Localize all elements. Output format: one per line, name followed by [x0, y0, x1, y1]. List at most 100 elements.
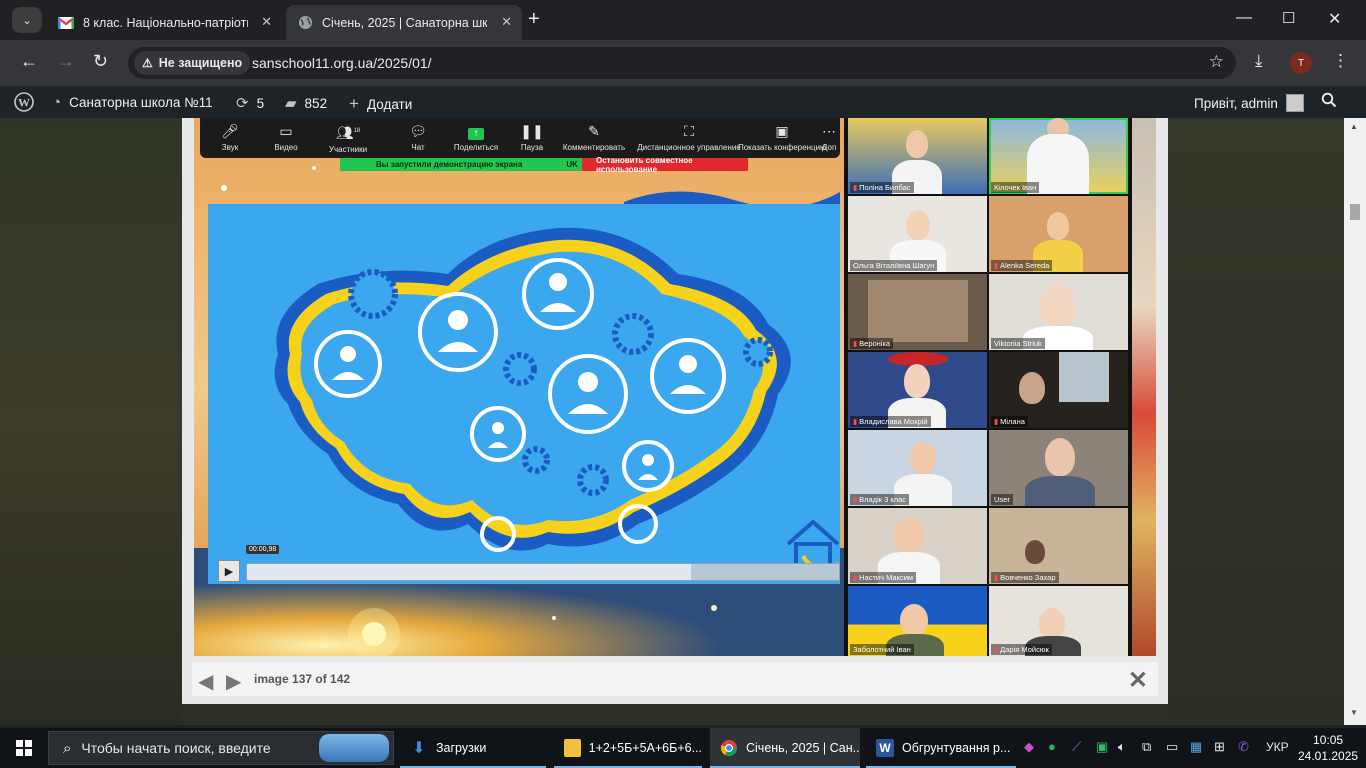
participant-name: Заболотний Іван	[850, 644, 914, 655]
participant-tile[interactable]: ▮ Владік 3 клас	[848, 430, 987, 506]
participant-tile[interactable]: ▮ Мілана	[989, 352, 1128, 428]
participant-name-text: Поліна Билбас	[859, 183, 911, 192]
site-name: Санаторна школа №11	[69, 95, 213, 110]
tray-app-icon[interactable]: ◆	[1024, 739, 1034, 755]
participant-name-text: Кілочек Іван	[994, 183, 1037, 192]
tab-gmail[interactable]: 8 клас. Національно-патріотичне ✕	[46, 5, 282, 40]
participant-tile[interactable]: ▮ Владислава Мокрій	[848, 352, 987, 428]
zoom-remote-control-button[interactable]: ⛶ Дистанционное управление	[634, 122, 744, 152]
participant-tile[interactable]: ▮ Вероніка	[848, 274, 987, 350]
minimize-icon[interactable]: —	[1236, 9, 1252, 27]
tab-title: 8 клас. Національно-патріотичне	[83, 15, 248, 30]
participant-tile[interactable]: User	[989, 430, 1128, 506]
participant-tile[interactable]: Ольга Віталіївна Шагун	[848, 196, 987, 272]
close-icon[interactable]: ✕	[261, 14, 272, 30]
gmail-icon	[58, 16, 74, 29]
scroll-down-icon[interactable]: ▼	[1350, 708, 1358, 717]
zoom-annotate-button[interactable]: ✎ Комментировать	[554, 122, 634, 152]
forward-arrow-icon[interactable]: →	[57, 51, 75, 72]
battery-icon[interactable]: ▭	[1166, 739, 1178, 755]
participant-tile[interactable]: Viktoriia Striuk	[989, 274, 1128, 350]
updates-count: 5	[256, 95, 265, 111]
download-icon[interactable]: ⤓	[1255, 51, 1263, 71]
windows-start-icon[interactable]	[16, 740, 32, 756]
search-icon[interactable]	[1321, 92, 1337, 108]
scrollbar-thumb[interactable]	[1350, 204, 1360, 220]
close-icon[interactable]: ✕	[1128, 666, 1148, 695]
background-decoration	[1132, 118, 1156, 656]
tab-school-site[interactable]: Січень, 2025 | Санаторна школа ✕	[286, 5, 522, 40]
zoom-participants-button[interactable]: 👥︎18 Участники	[308, 122, 388, 154]
wp-updates[interactable]: ⟳ 5	[236, 94, 264, 112]
new-tab-plus-icon[interactable]: +	[528, 8, 540, 31]
participant-tile[interactable]: Кілочек Іван	[989, 118, 1128, 194]
security-chip[interactable]: ⚠ Не защищено	[134, 51, 251, 75]
wordpress-logo-icon[interactable]: W	[14, 92, 34, 112]
window-close-icon[interactable]: ✕	[1328, 9, 1341, 29]
app-label: Січень, 2025 | Сан...	[746, 741, 860, 755]
kebab-menu-icon[interactable]: ⋮	[1332, 51, 1349, 71]
participant-tile[interactable]: ▮ Вовченко Захар	[989, 508, 1128, 584]
update-arrows-icon: ⟳	[236, 95, 249, 112]
display-icon[interactable]: ⊞	[1214, 739, 1225, 755]
tab-search-button[interactable]: ⌄	[12, 7, 42, 33]
plus-icon: +	[349, 94, 359, 113]
participant-name-text: Дарія Мойсюк	[1000, 645, 1049, 654]
play-icon[interactable]: ▶	[218, 560, 240, 582]
participant-tile[interactable]: ▮ Поліна Билбас	[848, 118, 987, 194]
volume-icon[interactable]: 🔈︎	[1118, 739, 1126, 755]
globe-icon	[298, 15, 313, 30]
profile-avatar[interactable]: T	[1290, 52, 1312, 74]
wp-site-link[interactable]: ◔ Санаторна школа №11	[52, 94, 213, 111]
participant-tile[interactable]: ▮ Дарія Мойсюк	[989, 586, 1128, 656]
participant-tile[interactable]: ▮ Alenka Sereda	[989, 196, 1128, 272]
taskbar-app-word[interactable]: W Обгрунтування р...	[866, 728, 1016, 768]
show-conference-icon: ▣	[775, 123, 789, 139]
zoom-show-conference-button[interactable]: ▣ Показать конференцию	[732, 122, 832, 152]
muted-mic-icon: ▮	[853, 573, 858, 582]
lightbox: 🎤︎ Звук ▭ Видео 👥︎18 Участники 💬︎ Чат ↑ …	[182, 118, 1168, 704]
reload-icon[interactable]: ↻	[93, 51, 108, 72]
viber-icon[interactable]: ✆	[1238, 739, 1249, 755]
lightbox-footer: ◀ ▶ image 137 of 142 ✕	[192, 662, 1158, 696]
taskbar-clock[interactable]: 10:05 24.01.2025	[1298, 732, 1358, 764]
address-bar[interactable]: ⚠ Не защищено sanschool11.org.ua/2025/01…	[128, 47, 1236, 79]
url-text[interactable]: sanschool11.org.ua/2025/01/	[252, 55, 432, 71]
tray-torrent-icon[interactable]: ●	[1048, 739, 1056, 754]
participant-face	[904, 364, 930, 398]
stop-share-button[interactable]: Остановить совместное использование	[582, 156, 748, 174]
shared-slide	[208, 204, 840, 584]
tray-feather-icon[interactable]: ⟋	[1072, 739, 1081, 755]
participant-tile[interactable]: ▮ Настич Максим	[848, 508, 987, 584]
participant-tile[interactable]: Заболотний Іван	[848, 586, 987, 656]
page-scrollbar[interactable]: ▲ ▼	[1344, 118, 1366, 725]
wp-comments[interactable]: ▰ 852	[285, 94, 327, 112]
participant-name-text: Вероніка	[859, 339, 891, 348]
taskbar-app-chrome[interactable]: Січень, 2025 | Сан...	[710, 728, 860, 768]
language-indicator[interactable]: УКР	[1266, 740, 1289, 754]
wp-account[interactable]: Привіт, admin	[1194, 94, 1304, 112]
taskbar-search[interactable]: ⌕ Чтобы начать поиск, введите	[48, 731, 394, 765]
bookmark-star-icon[interactable]: ☆	[1209, 52, 1224, 72]
scroll-up-icon[interactable]: ▲	[1350, 122, 1358, 131]
close-icon[interactable]: ✕	[501, 14, 512, 30]
video-timeline[interactable]	[246, 563, 840, 581]
previous-arrow-icon[interactable]: ◀	[198, 669, 213, 694]
participant-face	[910, 442, 936, 474]
wp-add-new[interactable]: + Додати	[349, 94, 412, 114]
share-language[interactable]: UK	[566, 160, 578, 169]
video-controls: ▶ 00:00,98	[218, 545, 840, 586]
participant-face	[1039, 608, 1065, 638]
muted-mic-icon: ▮	[994, 261, 999, 270]
taskbar-app-folder[interactable]: 1+2+5Б+5А+6Б+6...	[554, 728, 702, 768]
maximize-icon[interactable]: ☐	[1282, 9, 1295, 27]
page-right-backdrop	[1168, 118, 1344, 725]
tray-cloud-icon[interactable]: ▦	[1190, 739, 1202, 755]
next-arrow-icon[interactable]: ▶	[226, 669, 241, 694]
search-placeholder: Чтобы начать поиск, введите	[81, 740, 271, 756]
taskbar-app-downloads[interactable]: ⬇ Загрузки	[400, 728, 546, 768]
back-arrow-icon[interactable]: ←	[20, 51, 38, 72]
network-icon[interactable]: ⧉	[1142, 739, 1151, 755]
participant-name: ▮ Мілана	[991, 416, 1028, 427]
tray-app-icon[interactable]: ▣	[1096, 739, 1108, 755]
